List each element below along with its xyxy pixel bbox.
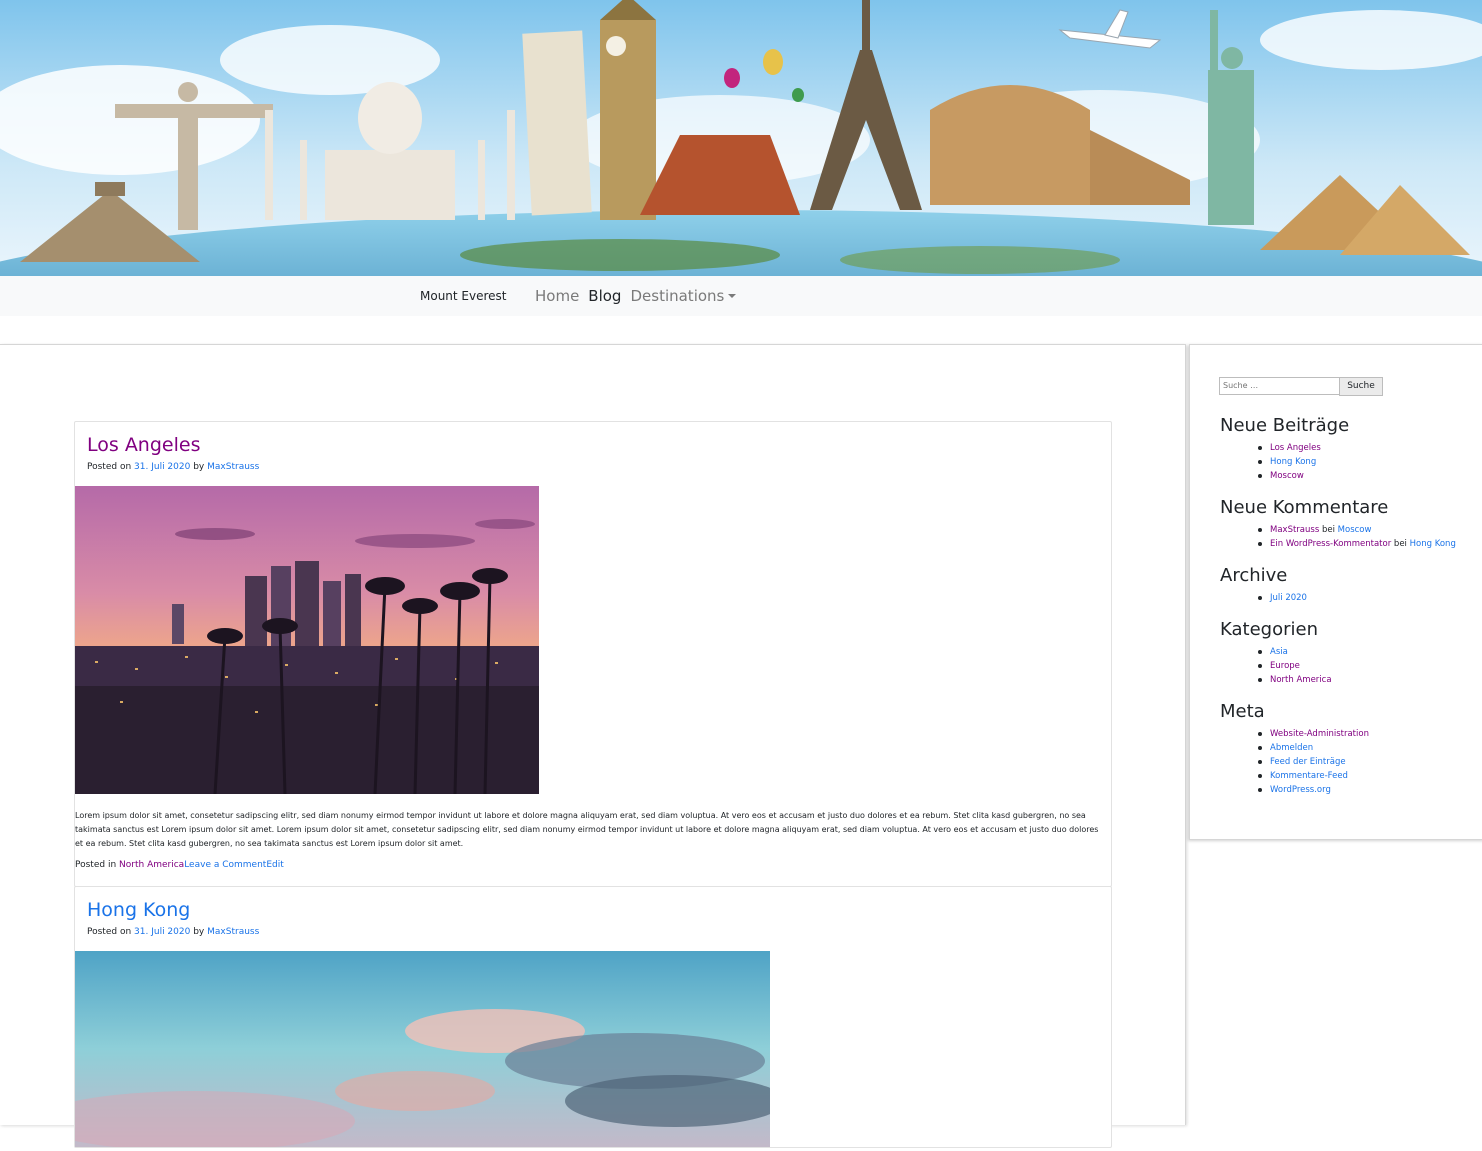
landmarks-banner-image (0, 0, 1482, 276)
nav-link-blog[interactable]: Blog (588, 287, 621, 305)
nav-dropdown-destinations-label: Destinations (630, 287, 725, 305)
comment-post-link[interactable]: Moscow (1338, 525, 1372, 535)
los-angeles-photo (75, 486, 539, 795)
category-link[interactable]: North America (1270, 675, 1332, 685)
search-input[interactable] (1219, 377, 1340, 395)
leave-comment-link[interactable]: Leave a Comment (184, 860, 266, 870)
list-item: Abmelden (1258, 741, 1369, 755)
list-item: Hong Kong (1258, 455, 1321, 469)
meta-link-logout[interactable]: Abmelden (1270, 743, 1313, 753)
main-navbar: Mount Everest Home Blog Destinations (0, 276, 1482, 316)
recent-posts-list: Los Angeles Hong Kong Moscow (1258, 441, 1321, 483)
post-card: Hong Kong Posted on 31. Juli 2020 by Max… (74, 886, 1112, 1151)
post-meta: Posted on 31. Juli 2020 by MaxStrauss (87, 927, 259, 937)
post-meta-prefix: Posted on (87, 462, 132, 472)
list-item: Ein WordPress-Kommentator bei Hong Kong (1258, 537, 1456, 551)
post-meta: Posted on 31. Juli 2020 by MaxStrauss (87, 462, 259, 472)
list-item: Kommentare-Feed (1258, 769, 1369, 783)
meta-link-admin[interactable]: Website-Administration (1270, 729, 1369, 739)
search-button[interactable]: Suche (1339, 377, 1383, 396)
post-title-link[interactable]: Hong Kong (87, 899, 190, 921)
post-author-link[interactable]: MaxStrauss (207, 462, 259, 472)
list-item: Juli 2020 (1258, 591, 1307, 605)
post-category-link[interactable]: North America (119, 860, 184, 870)
site-brand-link[interactable]: Mount Everest (420, 289, 507, 303)
post-date-link[interactable]: 31. Juli 2020 (134, 462, 190, 472)
comment-separator: bei (1393, 539, 1407, 549)
post-meta-prefix: Posted on (87, 927, 132, 937)
edit-post-link[interactable]: Edit (266, 860, 283, 870)
list-item: Los Angeles (1258, 441, 1321, 455)
widget-title-archive: Archive (1220, 565, 1288, 586)
meta-link-comments-feed[interactable]: Kommentare-Feed (1270, 771, 1348, 781)
recent-post-link[interactable]: Hong Kong (1270, 457, 1316, 467)
widget-title-meta: Meta (1220, 701, 1265, 722)
meta-link-entries-feed[interactable]: Feed der Einträge (1270, 757, 1346, 767)
post-meta-by: by (193, 927, 205, 937)
list-item: WordPress.org (1258, 783, 1369, 797)
post-meta-by: by (193, 462, 205, 472)
widget-title-recent-comments: Neue Kommentare (1220, 497, 1389, 518)
nav-dropdown-destinations[interactable]: Destinations (630, 287, 737, 305)
post-date-link[interactable]: 31. Juli 2020 (134, 927, 190, 937)
meta-list: Website-Administration Abmelden Feed der… (1258, 727, 1369, 797)
post-featured-image (75, 486, 539, 798)
category-link[interactable]: Asia (1270, 647, 1288, 657)
post-featured-image (75, 951, 770, 1151)
list-item: MaxStrauss bei Moscow (1258, 523, 1456, 537)
archive-link[interactable]: Juli 2020 (1270, 593, 1307, 603)
comment-separator: bei (1321, 525, 1335, 535)
widget-title-categories: Kategorien (1220, 619, 1318, 640)
recent-post-link[interactable]: Moscow (1270, 471, 1304, 481)
archive-list: Juli 2020 (1258, 591, 1307, 605)
comment-author-link[interactable]: MaxStrauss (1270, 525, 1319, 535)
categories-list: Asia Europe North America (1258, 645, 1332, 687)
header-banner (0, 0, 1482, 276)
recent-post-link[interactable]: Los Angeles (1270, 443, 1321, 453)
comment-author-link[interactable]: Ein WordPress-Kommentator (1270, 539, 1391, 549)
meta-link-wordpress[interactable]: WordPress.org (1270, 785, 1331, 795)
list-item: Europe (1258, 659, 1332, 673)
caret-down-icon (728, 294, 737, 298)
list-item: Moscow (1258, 469, 1321, 483)
post-card: Los Angeles Posted on 31. Juli 2020 by M… (74, 421, 1112, 887)
main-content: Los Angeles Posted on 31. Juli 2020 by M… (0, 344, 1186, 1151)
list-item: Website-Administration (1258, 727, 1369, 741)
category-link[interactable]: Europe (1270, 661, 1300, 671)
list-item: Feed der Einträge (1258, 755, 1369, 769)
list-item: North America (1258, 673, 1332, 687)
recent-comments-list: MaxStrauss bei Moscow Ein WordPress-Komm… (1258, 523, 1456, 551)
widget-title-recent-posts: Neue Beiträge (1220, 415, 1350, 436)
nav-link-home[interactable]: Home (535, 287, 579, 305)
nav-menu: Home Blog Destinations (535, 276, 745, 316)
post-footer: Posted in North AmericaLeave a CommentEd… (75, 860, 284, 870)
post-title-link[interactable]: Los Angeles (87, 434, 200, 456)
post-excerpt: Lorem ipsum dolor sit amet, consetetur s… (75, 811, 1099, 848)
list-item: Asia (1258, 645, 1332, 659)
comment-post-link[interactable]: Hong Kong (1410, 539, 1456, 549)
hong-kong-photo (75, 951, 770, 1151)
sidebar: Suche Neue Beiträge Los Angeles Hong Kon… (1189, 344, 1482, 840)
post-footer-prefix: Posted in (75, 860, 117, 870)
post-author-link[interactable]: MaxStrauss (207, 927, 259, 937)
